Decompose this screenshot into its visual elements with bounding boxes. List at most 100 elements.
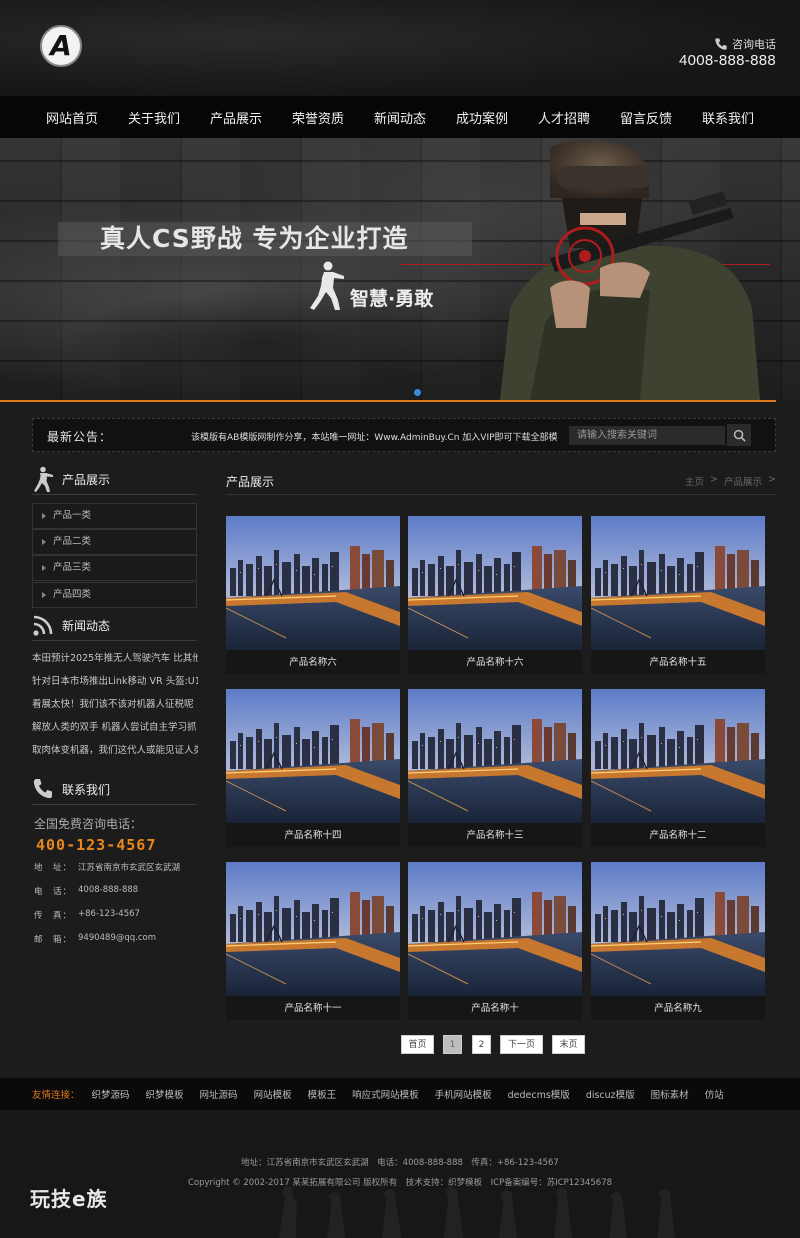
- city-skyline-image: [591, 516, 765, 650]
- footer: 地址：江苏省南京市玄武区玄武湖 电话：4008-888-888 传真：+86-1…: [0, 1110, 800, 1238]
- product-image[interactable]: [408, 862, 582, 996]
- banner-slogan: 智慧·勇敢: [350, 288, 434, 310]
- news-item[interactable]: 取肉体变机器，我们这代人或能见证人类: [32, 742, 198, 757]
- product-card[interactable]: 产品名称十五: [591, 516, 765, 674]
- friend-link[interactable]: 模板王: [308, 1087, 337, 1101]
- product-name[interactable]: 产品名称十五: [591, 654, 765, 668]
- nav-item-feedback[interactable]: 留言反馈: [605, 108, 687, 127]
- notice-label: 最新公告：: [47, 430, 113, 444]
- product-image[interactable]: [591, 862, 765, 996]
- site-logo[interactable]: A: [40, 25, 82, 67]
- banner-divider: [0, 400, 776, 402]
- sidebar-contact-heading: 联系我们: [32, 776, 110, 802]
- news-item[interactable]: 针对日本市场推出Link移动 VR 头盔:U11: [32, 673, 198, 688]
- city-skyline-image: [408, 689, 582, 823]
- product-image[interactable]: [408, 516, 582, 650]
- search-input[interactable]: [569, 426, 725, 445]
- product-card[interactable]: 产品名称十三: [408, 689, 582, 847]
- news-item[interactable]: 本田预计2025年推无人驾驶汽车 比其他: [32, 650, 198, 665]
- header: A 咨询电话 4008-888-888: [0, 0, 800, 96]
- product-name[interactable]: 产品名称六: [226, 654, 400, 668]
- contact-value[interactable]: 9490489@qq.com: [78, 933, 156, 945]
- product-name[interactable]: 产品名称十六: [408, 654, 582, 668]
- nav-item-home[interactable]: 网站首页: [31, 108, 113, 127]
- search-button[interactable]: [727, 424, 751, 446]
- product-name[interactable]: 产品名称十: [408, 1000, 582, 1014]
- contact-fax: 传 真： +86-123-4567: [34, 909, 140, 921]
- footer-logo[interactable]: 玩技e族: [30, 1183, 108, 1212]
- product-card[interactable]: 产品名称十: [408, 862, 582, 1020]
- pager-first[interactable]: 首页: [401, 1035, 434, 1054]
- product-card[interactable]: 产品名称十二: [591, 689, 765, 847]
- friend-link[interactable]: 响应式网站模板: [352, 1087, 419, 1101]
- friend-link[interactable]: 织梦模板: [146, 1087, 184, 1101]
- sidebar-divider: [32, 804, 197, 805]
- friend-link[interactable]: 仿站: [705, 1087, 724, 1101]
- breadcrumb-current[interactable]: 产品展示: [724, 474, 762, 488]
- product-name[interactable]: 产品名称十三: [408, 827, 582, 841]
- product-image[interactable]: [226, 516, 400, 650]
- nav-item-cases[interactable]: 成功案例: [441, 108, 523, 127]
- product-image[interactable]: [226, 862, 400, 996]
- nav-item-about[interactable]: 关于我们: [113, 108, 195, 127]
- contact-key: 传 真：: [34, 911, 73, 921]
- city-skyline-image: [226, 689, 400, 823]
- soldier-icon: [34, 466, 53, 492]
- nav-item-contact[interactable]: 联系我们: [687, 108, 769, 127]
- friend-link[interactable]: 手机网站模板: [435, 1087, 492, 1101]
- product-image[interactable]: [226, 689, 400, 823]
- nav-item-news[interactable]: 新闻动态: [359, 108, 441, 127]
- friend-link[interactable]: dedecms模版: [508, 1087, 570, 1101]
- product-image[interactable]: [591, 516, 765, 650]
- friend-link[interactable]: 网站模板: [254, 1087, 292, 1101]
- pager-page-2[interactable]: 2: [472, 1035, 491, 1054]
- product-card[interactable]: 产品名称六: [226, 516, 400, 674]
- soldier-illustration: [500, 140, 760, 400]
- notice-text[interactable]: 该模版有AB模版网制作分享，本站唯一网址：Www.AdminBuy.Cn 加入V…: [191, 430, 558, 443]
- hotline-label-text: 咨询电话: [732, 38, 776, 51]
- product-name[interactable]: 产品名称十二: [591, 827, 765, 841]
- pager-next[interactable]: 下一页: [500, 1035, 543, 1054]
- sidebar-category[interactable]: 产品四类: [32, 582, 197, 608]
- friend-link[interactable]: 网址源码: [200, 1087, 238, 1101]
- sidebar-products-heading: 产品展示: [32, 466, 110, 492]
- product-image[interactable]: [591, 689, 765, 823]
- contact-key: 地 址：: [34, 863, 73, 873]
- product-name[interactable]: 产品名称十四: [226, 827, 400, 841]
- product-card[interactable]: 产品名称十一: [226, 862, 400, 1020]
- rss-icon: [33, 615, 53, 636]
- product-image[interactable]: [408, 689, 582, 823]
- pager-last[interactable]: 末页: [552, 1035, 585, 1054]
- pager-page-1[interactable]: 1: [443, 1035, 462, 1054]
- friend-link[interactable]: 图标素材: [651, 1087, 689, 1101]
- product-name[interactable]: 产品名称九: [591, 1000, 765, 1014]
- city-skyline-image: [591, 862, 765, 996]
- news-item[interactable]: 看展太快！我们该不该对机器人征税呢: [32, 696, 198, 711]
- carousel-dot[interactable]: [414, 389, 421, 396]
- breadcrumb-home[interactable]: 主页: [685, 474, 704, 488]
- friend-link[interactable]: discuz模版: [586, 1087, 635, 1101]
- nav-item-jobs[interactable]: 人才招聘: [523, 108, 605, 127]
- pagination: 首页 1 2 下一页 末页: [0, 1035, 800, 1055]
- product-card[interactable]: 产品名称十四: [226, 689, 400, 847]
- sidebar-category[interactable]: 产品二类: [32, 529, 197, 555]
- city-skyline-image: [226, 516, 400, 650]
- contact-email: 邮 箱： 9490489@qq.com: [34, 933, 156, 945]
- contact-key: 电 话：: [34, 887, 73, 897]
- nav-item-products[interactable]: 产品展示: [195, 108, 277, 127]
- sidebar-divider: [32, 494, 197, 495]
- product-card[interactable]: 产品名称九: [591, 862, 765, 1020]
- hero-banner[interactable]: 真人CS野战 专为企业打造 智慧·勇敢: [0, 138, 800, 400]
- nav-item-honors[interactable]: 荣誉资质: [277, 108, 359, 127]
- sidebar-category[interactable]: 产品一类: [32, 503, 197, 529]
- hotline-number: 4008-888-888: [678, 52, 776, 69]
- contact-key: 邮 箱：: [34, 935, 73, 945]
- city-skyline-image: [408, 862, 582, 996]
- sidebar-category[interactable]: 产品三类: [32, 555, 197, 581]
- product-card[interactable]: 产品名称十六: [408, 516, 582, 674]
- contact-value: 江苏省南京市玄武区玄武湖: [78, 863, 181, 873]
- news-item[interactable]: 解放人类的双手 机器人尝试自主学习抓: [32, 719, 198, 734]
- sidebar-news-title: 新闻动态: [62, 618, 111, 633]
- friend-link[interactable]: 织梦源码: [92, 1087, 130, 1101]
- product-name[interactable]: 产品名称十一: [226, 1000, 400, 1014]
